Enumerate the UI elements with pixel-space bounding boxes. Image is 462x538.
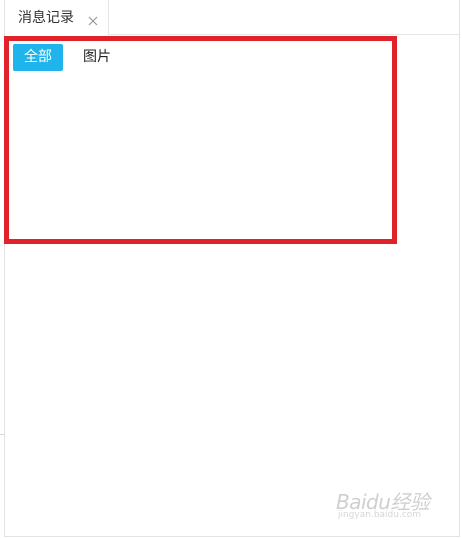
close-icon[interactable] [87,12,99,26]
watermark-subtext: jingyan.baidu.com [338,510,422,520]
tab-message-history[interactable]: 消息记录 [5,0,109,35]
annotation-highlight-box [4,36,397,244]
divider [0,434,5,435]
tab-bar: 消息记录 [5,0,459,35]
tab-label: 消息记录 [18,10,74,26]
watermark-logo: Baidu经验 jingyan.baidu.com [332,480,442,528]
